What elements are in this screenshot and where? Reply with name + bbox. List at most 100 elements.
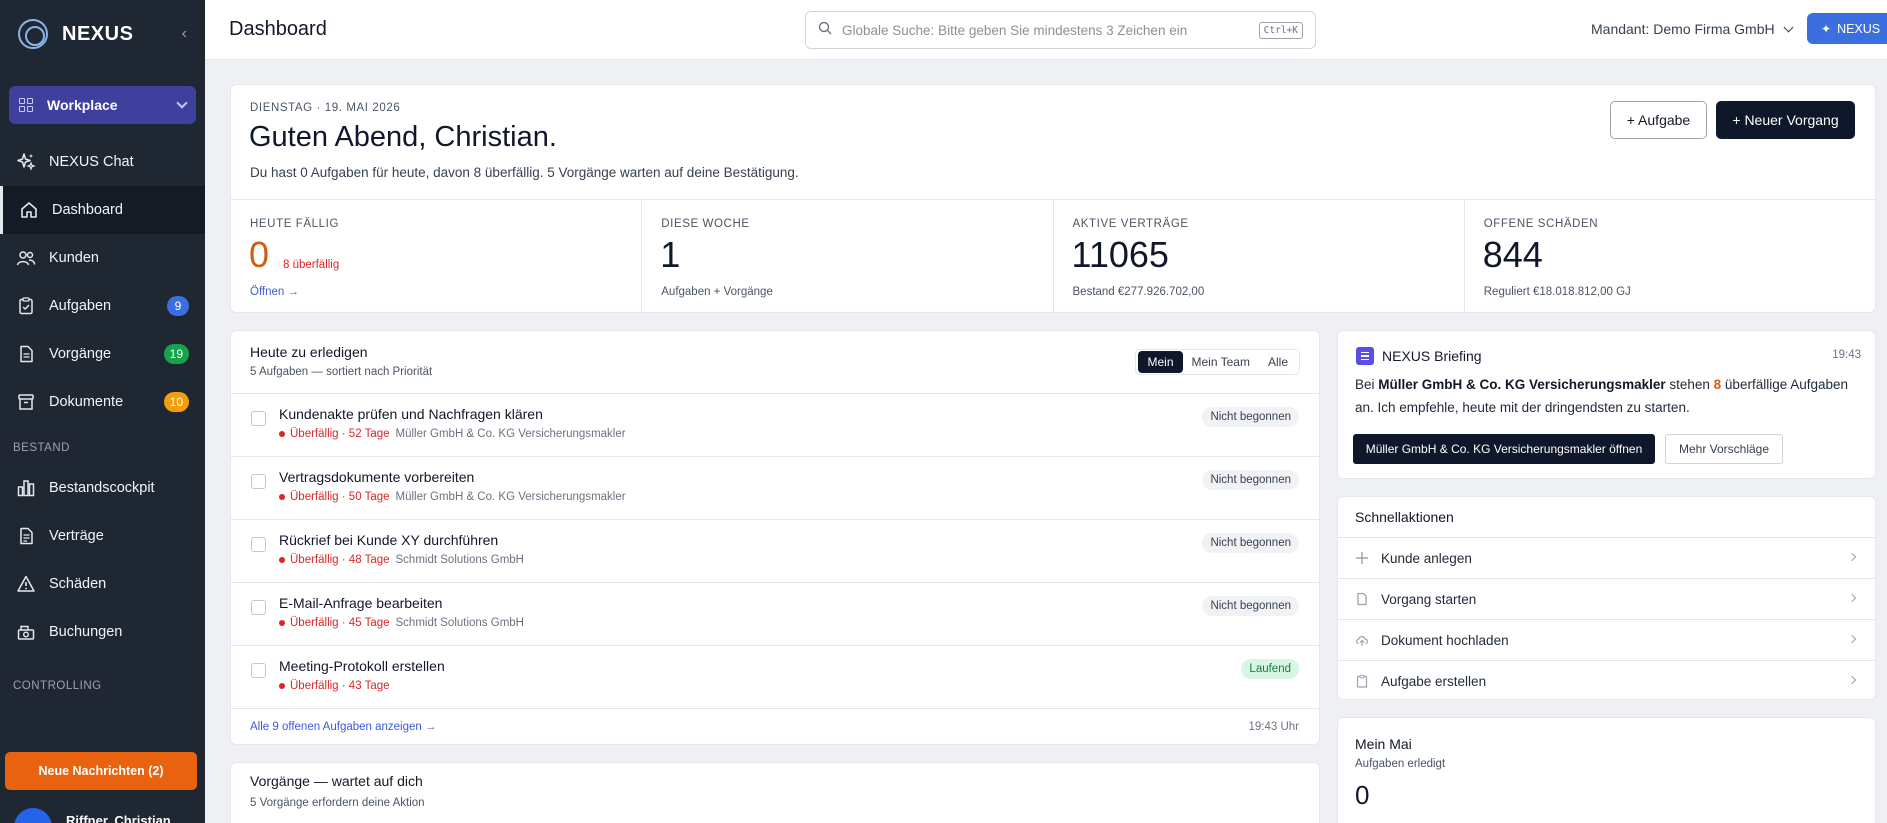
sidebar-item-schaeden[interactable]: Schäden	[0, 560, 205, 608]
greeting-card: DIENSTAG · 19. MAI 2026 Guten Abend, Chr…	[230, 84, 1876, 313]
sidebar-item-label: Kunden	[49, 250, 99, 266]
task-customer: Schmidt Solutions GmbH	[395, 554, 524, 566]
task-customer: Schmidt Solutions GmbH	[395, 617, 524, 629]
chevron-down-icon	[176, 97, 188, 109]
sparkle-icon: ✦	[1821, 21, 1832, 36]
task-checkbox[interactable]	[251, 600, 266, 615]
sidebar-item-nexus-chat[interactable]: NEXUS Chat	[0, 138, 205, 186]
aufgaben-count-badge: 9	[167, 296, 189, 316]
sidebar-item-dashboard[interactable]: Dashboard	[0, 186, 205, 234]
task-customer: Müller GmbH & Co. KG Versicherungsmakler	[395, 428, 626, 440]
sidebar-item-dokumente[interactable]: Dokumente 10	[0, 378, 205, 426]
task-checkbox[interactable]	[251, 537, 266, 552]
filter-mine[interactable]: Mein	[1138, 351, 1183, 373]
quick-action-add-customer[interactable]: Kunde anlegen	[1338, 537, 1875, 578]
task-row[interactable]: E-Mail-Anfrage bearbeiten Überfällig · 4…	[231, 582, 1319, 645]
overdue-dot-icon	[279, 620, 285, 626]
task-row[interactable]: Vertragsdokumente vorbereiten Überfällig…	[231, 456, 1319, 519]
sidebar-item-kunden[interactable]: Kunden	[0, 234, 205, 282]
new-case-button[interactable]: + Neuer Vorgang	[1716, 101, 1855, 139]
workplace-label: Workplace	[47, 97, 118, 113]
chevron-down-icon	[1783, 22, 1794, 32]
quick-action-create-task[interactable]: Aufgabe erstellen	[1338, 660, 1875, 701]
workplace-switcher[interactable]: Workplace	[9, 86, 196, 124]
user-name: Riffner, Christian	[66, 812, 171, 823]
greeting-summary: Du hast 0 Aufgaben für heute, davon 8 üb…	[250, 165, 799, 180]
chevron-right-icon	[1847, 593, 1857, 603]
nexus-briefing-card: NEXUS Briefing 19:43 Bei Müller GmbH & C…	[1337, 330, 1876, 479]
quick-action-label: Dokument hochladen	[1381, 632, 1509, 648]
open-customer-button[interactable]: Müller GmbH & Co. KG Versicherungsmakler…	[1353, 434, 1655, 464]
kpi-overdue-count: 8 überfällig	[283, 259, 340, 271]
sidebar-item-label: Dokumente	[49, 394, 124, 410]
sidebar-item-vorgaenge[interactable]: Vorgänge 19	[0, 330, 205, 378]
sidebar-item-vertraege[interactable]: Verträge	[0, 512, 205, 560]
task-title: Vertragsdokumente vorbereiten	[279, 469, 475, 485]
task-checkbox[interactable]	[251, 474, 266, 489]
briefing-text: Bei Müller GmbH & Co. KG Versicherungsma…	[1355, 377, 1849, 415]
quick-action-label: Kunde anlegen	[1381, 550, 1472, 566]
task-meta: Überfällig · 50 Tage Müller GmbH & Co. KG…	[279, 491, 626, 503]
task-meta: Überfällig · 45 Tage Schmidt Solutions Gm…	[279, 617, 524, 629]
quick-actions-list: Kunde anlegen Vorgang starten Dokument h…	[1338, 537, 1875, 701]
task-list: Kundenakte prüfen und Nachfragen klären …	[231, 393, 1319, 708]
add-task-button[interactable]: + Aufgabe	[1610, 101, 1707, 139]
sparkle-icon	[16, 152, 36, 172]
card-title: Mein Mai	[1355, 736, 1412, 752]
collapse-sidebar-icon[interactable]: ‹	[182, 25, 187, 43]
task-meta: Überfällig · 52 Tage Müller GmbH & Co. KG…	[279, 428, 626, 440]
user-profile[interactable]: Riffner, Christian	[14, 808, 171, 823]
tenant-label: Mandant: Demo Firma GmbH	[1591, 21, 1775, 37]
file-icon	[1355, 592, 1369, 606]
search-input[interactable]	[842, 22, 1259, 38]
task-checkbox[interactable]	[251, 411, 266, 426]
section-bestand: BESTAND	[13, 442, 70, 454]
plus-icon	[1355, 551, 1369, 565]
task-status-badge: Nicht begonnen	[1202, 533, 1299, 553]
task-due: Überfällig · 50 Tage	[290, 491, 390, 503]
briefing-icon	[1356, 347, 1374, 365]
kpi-due-today: HEUTE FÄLLIG 0 8 überfällig Öffnen →	[231, 200, 643, 313]
kpi-label: OFFENE SCHÄDEN	[1483, 218, 1599, 230]
task-row[interactable]: Meeting-Protokoll erstellen Überfällig ·…	[231, 645, 1319, 708]
sidebar-item-label: Vorgänge	[49, 346, 112, 362]
today-tasks-card: Heute zu erledigen 5 Aufgaben — sortiert…	[230, 330, 1320, 745]
task-row[interactable]: Rückrief bei Kunde XY durchführen Überfä…	[231, 519, 1319, 582]
document-icon	[16, 344, 36, 364]
quick-action-label: Vorgang starten	[1381, 591, 1477, 607]
sidebar-item-aufgaben[interactable]: Aufgaben 9	[0, 282, 205, 330]
brand-bar: NEXUS ‹	[0, 0, 205, 68]
kpi-value: 11065	[1071, 234, 1169, 275]
nexus-assistant-button[interactable]: ✦ NEXUS	[1807, 13, 1887, 44]
clipboard-icon	[1355, 674, 1369, 688]
card-title: Heute zu erledigen	[250, 344, 368, 360]
global-search[interactable]: Ctrl+K	[805, 11, 1316, 49]
card-subtitle: 5 Vorgänge erfordern deine Aktion	[250, 797, 425, 809]
avatar	[14, 808, 52, 823]
archive-icon	[16, 392, 36, 412]
filter-my-team[interactable]: Mein Team	[1183, 351, 1259, 373]
task-status-badge: Nicht begonnen	[1202, 470, 1299, 490]
sidebar-item-bestandscockpit[interactable]: Bestandscockpit	[0, 464, 205, 512]
new-messages-button[interactable]: Neue Nachrichten (2)	[5, 752, 197, 790]
card-subtitle: 5 Aufgaben — sortiert nach Priorität	[250, 366, 433, 378]
task-checkbox[interactable]	[251, 663, 266, 678]
dokumente-count-badge: 10	[163, 392, 189, 412]
task-customer: Müller GmbH & Co. KG Versicherungsmakler	[395, 491, 626, 503]
task-row[interactable]: Kundenakte prüfen und Nachfragen klären …	[231, 393, 1319, 456]
more-suggestions-button[interactable]: Mehr Vorschläge	[1665, 434, 1783, 464]
task-title: E-Mail-Anfrage bearbeiten	[279, 595, 443, 611]
kpi-value: 844	[1482, 234, 1543, 275]
brand-name: NEXUS	[62, 22, 134, 45]
kpi-open-claims: OFFENE SCHÄDEN 844 Reguliert €18.018.812…	[1465, 200, 1875, 313]
show-all-tasks-link[interactable]: Alle 9 offenen Aufgaben anzeigen →	[250, 721, 437, 733]
quick-action-start-case[interactable]: Vorgang starten	[1338, 578, 1875, 619]
kpi-label: HEUTE FÄLLIG	[250, 218, 339, 230]
open-due-link[interactable]: Öffnen →	[250, 286, 299, 298]
quick-action-upload-document[interactable]: Dokument hochladen	[1338, 619, 1875, 660]
last-updated-time: 19:43 Uhr	[1248, 721, 1299, 733]
tenant-selector[interactable]: Mandant: Demo Firma GmbH	[1591, 21, 1794, 37]
sidebar-item-buchungen[interactable]: Buchungen	[0, 608, 205, 656]
filter-all[interactable]: Alle	[1259, 351, 1297, 373]
vorgaenge-count-badge: 19	[163, 344, 189, 364]
